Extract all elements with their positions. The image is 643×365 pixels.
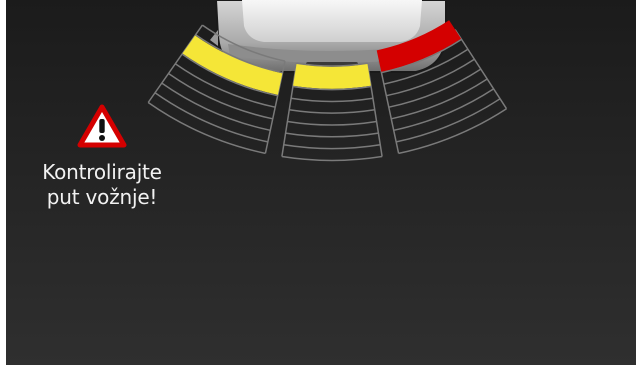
warning-triangle-icon: [77, 104, 127, 148]
sensor-center-ring-7: [285, 132, 379, 138]
warning-line-2: put vožnje!: [46, 185, 158, 209]
sensor-center-ring-4: [290, 97, 374, 103]
sensor-right-ring-6: [391, 78, 488, 120]
sensor-right-ring-9: [398, 108, 507, 155]
sensor-right-ring-5: [388, 68, 482, 108]
sensor-center-ring-6: [287, 120, 377, 126]
sensor-right-ring-8: [396, 98, 501, 143]
warning-line-1: Kontrolirajte: [42, 160, 162, 184]
sensor-right-edge-1: [378, 60, 400, 154]
sensor-center-ring-5: [289, 109, 375, 114]
warning-text: Kontrolirajte put vožnje!: [12, 160, 192, 210]
parking-display: Kontrolirajte put vožnje!: [6, 0, 636, 365]
sensor-center-ring-9: [281, 155, 383, 162]
sensor-zone-center: [281, 62, 383, 162]
sensor-center-active-bar: [293, 64, 371, 89]
sensor-zone-right: [376, 20, 508, 155]
sensor-center-ring-8: [283, 144, 381, 150]
warning-message: Kontrolirajte put vožnje!: [12, 104, 192, 210]
